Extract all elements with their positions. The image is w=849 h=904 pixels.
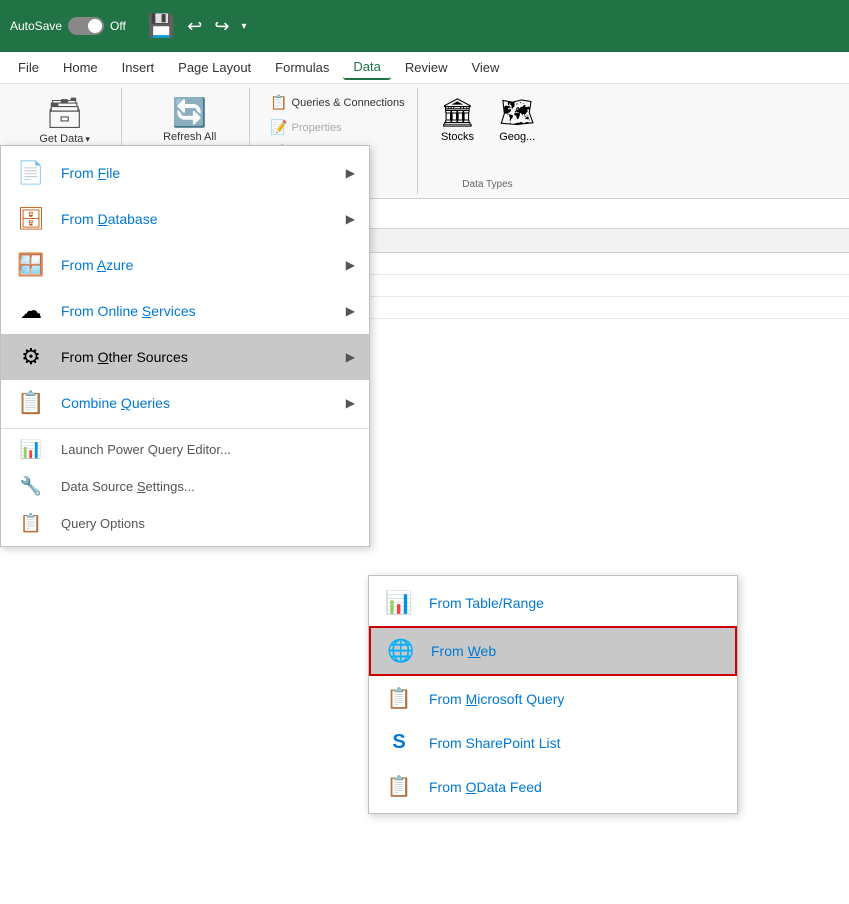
submenu-item-from-sharepoint[interactable]: S From SharePoint List [369,721,737,764]
from-file-menu-label: From File [61,165,332,181]
main-dropdown-menu: 📄 From File ▶ 🗄 From Database ▶ 🪟 From A… [0,145,370,547]
from-database-menu-label: From Database [61,211,332,227]
submenu-item-from-microsoft-query[interactable]: 📋 From Microsoft Query [369,676,737,721]
combine-queries-chevron: ▶ [346,396,355,410]
geography-label: Geog... [499,131,535,143]
refresh-all-label: Refresh All [163,131,216,143]
from-database-menu-icon: 🗄 [15,206,47,232]
queries-connections-label: Queries & Connections [292,97,405,109]
stocks-icon: 🏛 [440,96,476,129]
get-data-icon: 🗃 [46,96,84,131]
toggle-knob [88,19,102,33]
geography-icon: 🗺 [499,96,535,129]
menu-home[interactable]: Home [53,56,108,79]
menu-item-from-database[interactable]: 🗄 From Database ▶ [1,196,369,242]
properties-icon: 📝 [270,119,287,136]
save-icon[interactable]: 💾 [148,13,175,39]
query-options-icon: 📋 [15,513,47,534]
from-web-label: From Web [431,643,496,659]
submenu-item-from-odata[interactable]: 📋 From OData Feed [369,764,737,809]
from-database-chevron: ▶ [346,212,355,226]
menu-item-from-online-services[interactable]: ☁ From Online Services ▶ [1,288,369,334]
properties-button[interactable]: 📝 Properties [266,117,409,138]
menu-item-data-source-settings[interactable]: 🔧 Data Source Settings... [1,468,369,505]
submenu-item-from-web[interactable]: 🌐 From Web [369,626,737,676]
from-sharepoint-icon: S [383,731,415,754]
from-other-sources-chevron: ▶ [346,350,355,364]
data-types-group: 🏛 Stocks 🗺 Geog... Data Types [426,88,550,194]
get-data-button[interactable]: 🗃 Get Data ▾ [35,92,94,149]
from-online-services-menu-icon: ☁ [15,298,47,324]
menu-view[interactable]: View [461,56,509,79]
menu-file[interactable]: File [8,56,49,79]
queries-connections-button[interactable]: 📋 Queries & Connections [266,92,409,113]
from-file-menu-icon: 📄 [15,160,47,186]
stocks-geo-buttons: 🏛 Stocks 🗺 Geog... [434,92,542,147]
from-azure-chevron: ▶ [346,258,355,272]
get-data-dropdown-overlay: 📄 From File ▶ 🗄 From Database ▶ 🪟 From A… [0,145,370,547]
autosave-toggle[interactable] [68,17,104,35]
query-options-label: Query Options [61,516,145,531]
menu-item-query-options[interactable]: 📋 Query Options [1,505,369,542]
properties-label: Properties [292,122,342,134]
from-table-range-label: From Table/Range [429,595,544,611]
data-source-settings-icon: 🔧 [15,476,47,497]
submenu-item-from-table-range[interactable]: 📊 From Table/Range [369,580,737,626]
get-data-label: Get Data [39,133,83,145]
title-bar: AutoSave Off 💾 ↩ ↪ ▾ [0,0,849,52]
queries-icon: 📋 [270,94,287,111]
from-table-icon: 📊 [383,590,415,616]
redo-icon[interactable]: ↪ [214,16,229,37]
get-data-arrow: ▾ [85,134,90,145]
from-odata-label: From OData Feed [429,779,542,795]
from-sharepoint-label: From SharePoint List [429,735,561,751]
refresh-all-button[interactable]: 🔄 Refresh All [155,92,224,147]
geography-button[interactable]: 🗺 Geog... [493,92,541,147]
from-microsoft-query-label: From Microsoft Query [429,691,564,707]
from-online-services-chevron: ▶ [346,304,355,318]
stocks-label: Stocks [441,131,474,143]
menu-data[interactable]: Data [343,55,390,80]
menu-page-layout[interactable]: Page Layout [168,56,261,79]
launch-pq-icon: 📊 [15,439,47,460]
menu-insert[interactable]: Insert [112,56,165,79]
combine-queries-menu-icon: 📋 [15,390,47,416]
combine-queries-menu-label: Combine Queries [61,395,332,411]
launch-pq-label: Launch Power Query Editor... [61,442,231,457]
menu-item-from-azure[interactable]: 🪟 From Azure ▶ [1,242,369,288]
from-other-sources-menu-label: From Other Sources [61,349,332,365]
autosave-label: AutoSave Off [10,17,126,35]
menu-bar: File Home Insert Page Layout Formulas Da… [0,52,849,84]
from-odata-icon: 📋 [383,774,415,799]
from-other-sources-menu-icon: ⚙ [15,344,47,370]
from-web-submenu-icon: 🌐 [385,638,417,664]
menu-formulas[interactable]: Formulas [265,56,339,79]
menu-item-launch-power-query[interactable]: 📊 Launch Power Query Editor... [1,431,369,468]
menu-review[interactable]: Review [395,56,458,79]
from-ms-query-icon: 📋 [383,686,415,711]
stocks-button[interactable]: 🏛 Stocks [434,92,482,147]
undo-icon[interactable]: ↩ [187,16,202,37]
refresh-icon: 🔄 [172,96,207,129]
data-types-group-label: Data Types [462,177,512,190]
submenu-from-other-sources: 📊 From Table/Range 🌐 From Web 📋 From Mic… [368,575,738,814]
menu-item-from-other-sources[interactable]: ⚙ From Other Sources ▶ [1,334,369,380]
menu-item-combine-queries[interactable]: 📋 Combine Queries ▶ [1,380,369,426]
menu-item-from-file[interactable]: 📄 From File ▶ [1,150,369,196]
autosave-off: Off [110,19,126,33]
from-azure-menu-icon: 🪟 [15,252,47,278]
from-online-services-menu-label: From Online Services [61,303,332,319]
menu-separator-1 [1,428,369,429]
quick-access-dropdown[interactable]: ▾ [241,21,246,32]
autosave-text: AutoSave [10,19,62,33]
data-source-settings-label: Data Source Settings... [61,479,195,494]
from-file-chevron: ▶ [346,166,355,180]
from-azure-menu-label: From Azure [61,257,332,273]
